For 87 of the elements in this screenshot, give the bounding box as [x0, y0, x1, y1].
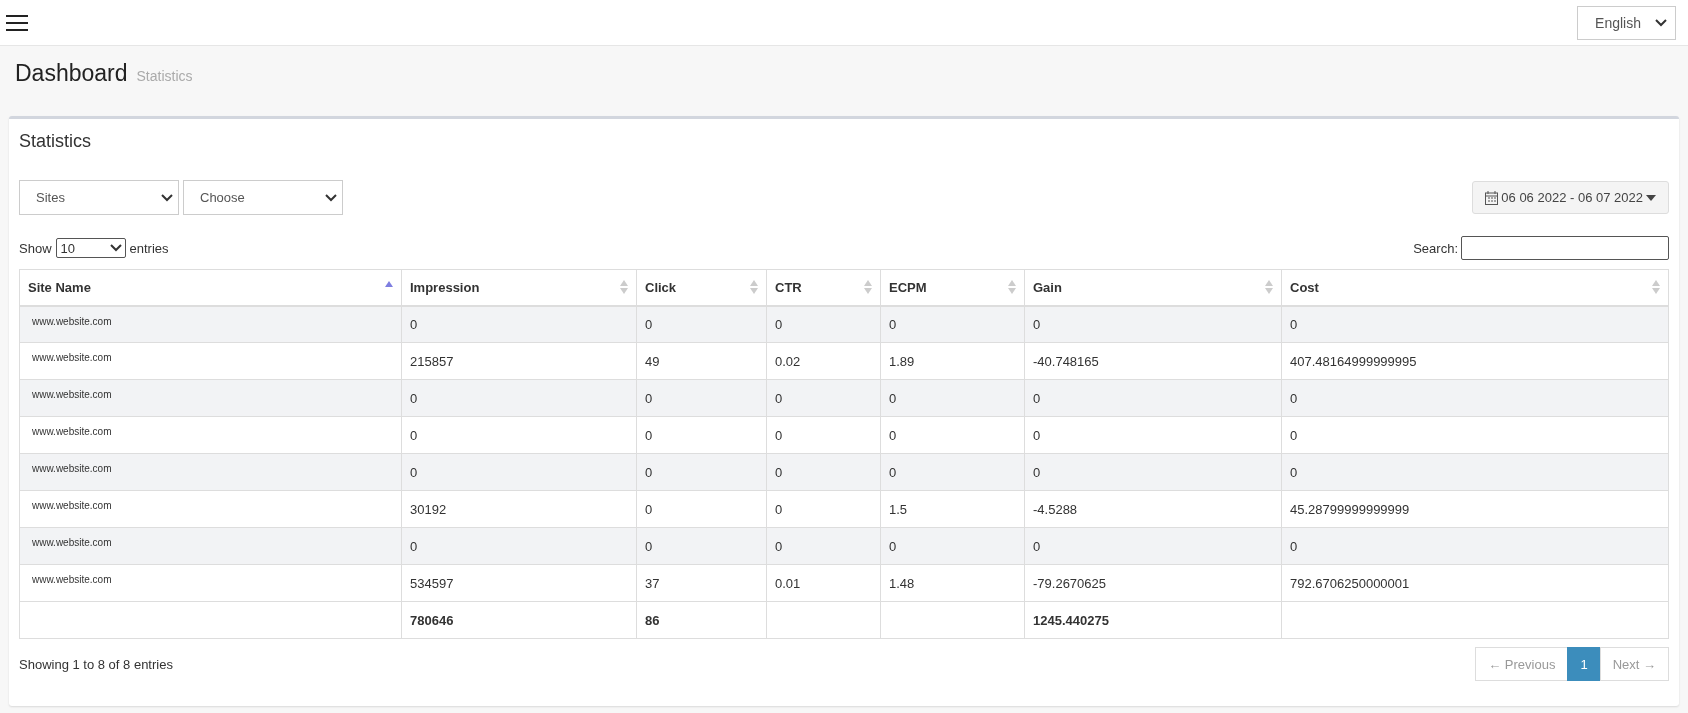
table-cell: 49: [636, 342, 767, 380]
table-cell: 0: [401, 527, 637, 565]
table-cell: 1.89: [880, 342, 1025, 380]
column-header[interactable]: Site Name: [19, 269, 402, 306]
table-cell: 534597: [401, 564, 637, 602]
table-cell: -4.5288: [1024, 490, 1282, 528]
table-cell: 0: [880, 527, 1025, 565]
table-cell: 0: [636, 490, 767, 528]
chevron-down-icon: [161, 193, 173, 202]
table-cell: -79.2670625: [1024, 564, 1282, 602]
table-cell: 30192: [401, 490, 637, 528]
pagination-button[interactable]: 1: [1567, 647, 1601, 681]
table-cell: www.website.com: [19, 416, 402, 454]
column-header[interactable]: Gain: [1024, 269, 1282, 306]
table-cell: 0: [880, 453, 1025, 491]
table-cell: 1.5: [880, 490, 1025, 528]
table-cell: www.website.com: [19, 305, 402, 343]
show-label: Show: [19, 240, 52, 256]
table-cell: 0: [1024, 527, 1282, 565]
filter-select[interactable]: Choose: [183, 180, 343, 215]
table-cell: 0: [766, 305, 881, 343]
table-cell: 45.28799999999999: [1281, 490, 1669, 528]
total-cell: 86: [636, 601, 767, 639]
table-cell: -40.748165: [1024, 342, 1282, 380]
page-subtitle: Statistics: [136, 68, 193, 84]
table-cell: www.website.com: [19, 527, 402, 565]
table-cell: 407.48164999999995: [1281, 342, 1669, 380]
table-cell: 0: [1281, 379, 1669, 417]
table-cell: 0: [1024, 305, 1282, 343]
table-cell: 0: [401, 379, 637, 417]
table-cell: 0: [401, 453, 637, 491]
search-label: Search:: [1413, 240, 1458, 256]
column-header[interactable]: CTR: [766, 269, 881, 306]
entries-label: entries: [129, 240, 169, 256]
table-cell: www.website.com: [19, 564, 402, 602]
table-cell: 0: [1281, 527, 1669, 565]
table-cell: 0: [880, 305, 1025, 343]
table-cell: 0: [636, 416, 767, 454]
table-cell: 0: [1281, 416, 1669, 454]
table-cell: 0: [1024, 379, 1282, 417]
table-cell: www.website.com: [19, 490, 402, 528]
entries-select[interactable]: 10: [55, 238, 126, 258]
page-title: Dashboard: [15, 60, 128, 87]
card-title: Statistics: [19, 130, 93, 153]
filter-select[interactable]: Sites: [19, 180, 179, 215]
table-cell: 0: [636, 379, 767, 417]
table-cell: 0.02: [766, 342, 881, 380]
column-header[interactable]: Click: [636, 269, 767, 306]
search-field[interactable]: [1461, 236, 1669, 260]
table-cell: 0: [880, 379, 1025, 417]
table-cell: 0: [880, 416, 1025, 454]
table-cell: www.website.com: [19, 342, 402, 380]
table-cell: 0: [1281, 453, 1669, 491]
table-cell: 0: [766, 379, 881, 417]
table-cell: 0: [766, 527, 881, 565]
table-cell: 0: [636, 527, 767, 565]
caret-icon: [1646, 194, 1656, 201]
table-cell: 1.48: [880, 564, 1025, 602]
total-cell: 780646: [401, 601, 637, 639]
menu-icon[interactable]: [6, 14, 28, 31]
table-cell: 0: [766, 416, 881, 454]
chevron-down-icon: [1655, 18, 1667, 27]
table-cell: 0: [766, 490, 881, 528]
table-cell: 0: [401, 305, 637, 343]
table-cell: 0: [1024, 453, 1282, 491]
table-cell: www.website.com: [19, 453, 402, 491]
date-range-button[interactable]: 06 06 2022 - 06 07 2022: [1472, 181, 1669, 214]
table-cell: 792.6706250000001: [1281, 564, 1669, 602]
table-cell: 0: [766, 453, 881, 491]
table-cell: 215857: [401, 342, 637, 380]
column-header[interactable]: Cost: [1281, 269, 1669, 306]
table-cell: 0.01: [766, 564, 881, 602]
chevron-down-icon: [325, 193, 337, 202]
table-cell: 0: [1024, 416, 1282, 454]
table-cell: 0: [401, 416, 637, 454]
table-info: Showing 1 to 8 of 8 entries: [19, 656, 173, 672]
table-cell: 0: [636, 305, 767, 343]
column-header[interactable]: ECPM: [880, 269, 1025, 306]
table-cell: 0: [636, 453, 767, 491]
language-select[interactable]: English: [1577, 5, 1676, 40]
column-header[interactable]: Impression: [401, 269, 637, 306]
chevron-down-icon: [109, 244, 122, 252]
total-cell: 1245.440275: [1024, 601, 1282, 639]
table-cell: 0: [1281, 305, 1669, 343]
table-cell: 37: [636, 564, 767, 602]
calendar-icon: [1485, 190, 1499, 205]
table-cell: www.website.com: [19, 379, 402, 417]
